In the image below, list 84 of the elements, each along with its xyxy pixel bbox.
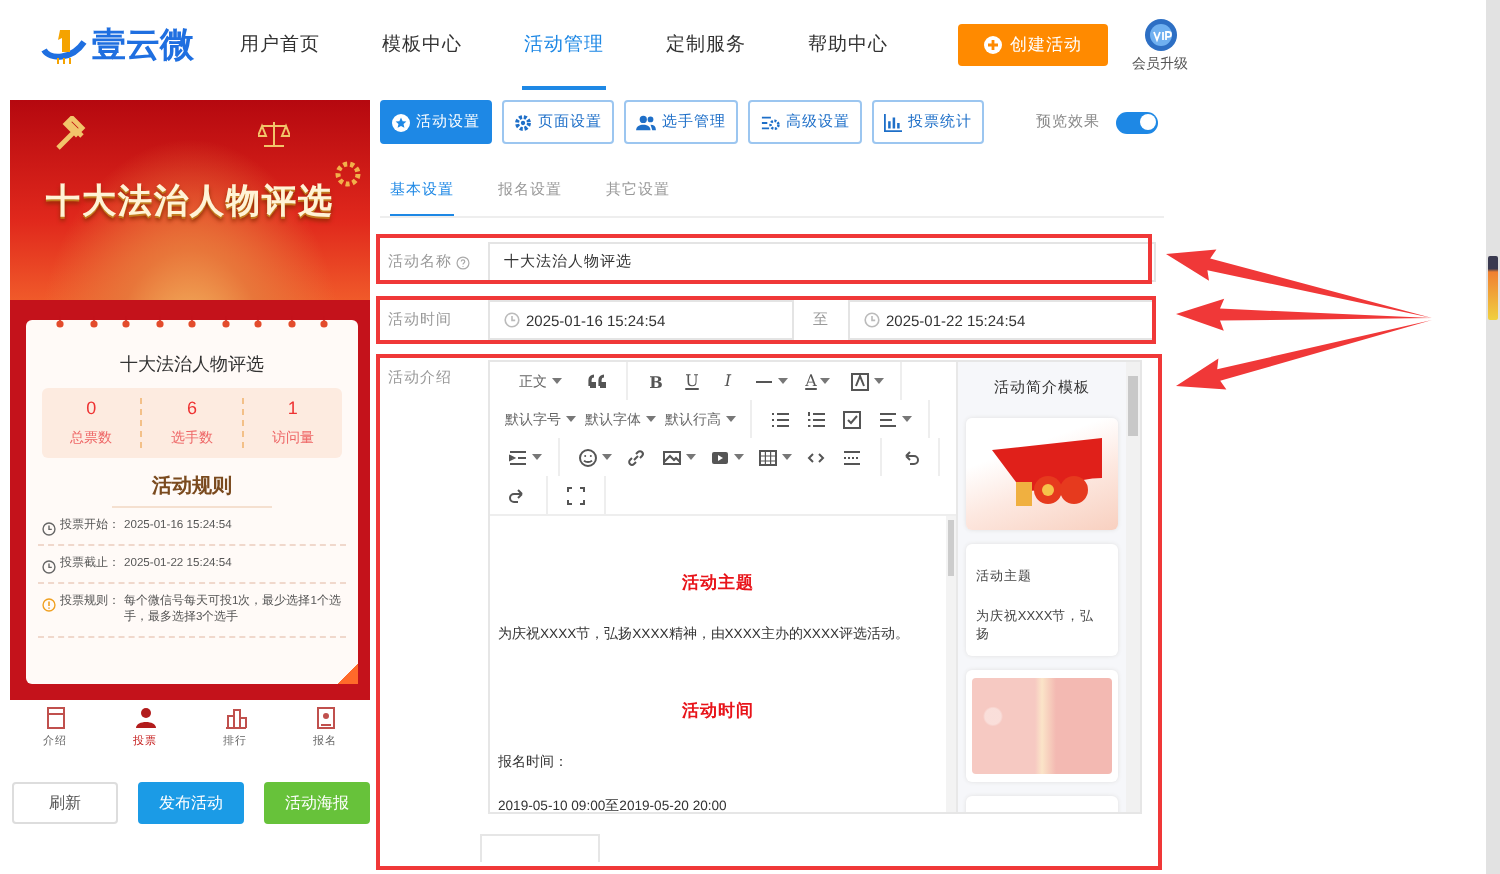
align-icon bbox=[877, 409, 897, 429]
binder-ring-icon bbox=[188, 316, 196, 328]
nav-link[interactable]: 活动管理 bbox=[522, 0, 606, 90]
caret-icon bbox=[531, 453, 541, 461]
checkbox-icon bbox=[842, 409, 862, 429]
binder-ring-icon bbox=[320, 316, 328, 328]
video-icon bbox=[709, 447, 729, 467]
star-icon bbox=[392, 113, 410, 131]
caret-icon bbox=[645, 415, 655, 423]
quote-icon bbox=[588, 371, 608, 391]
binder-ring-icon bbox=[287, 316, 295, 328]
caret-icon bbox=[781, 453, 791, 461]
template-thumbnail[interactable] bbox=[965, 418, 1118, 530]
content-heading: 活动时间 bbox=[680, 700, 756, 724]
document-icon bbox=[43, 706, 67, 730]
caret-icon bbox=[565, 415, 575, 423]
image-icon bbox=[661, 447, 681, 467]
undo-icon bbox=[900, 447, 920, 467]
help-icon bbox=[456, 255, 470, 269]
bold-button[interactable]: B bbox=[638, 362, 674, 400]
bar-chart-icon bbox=[223, 706, 247, 730]
italic-button[interactable]: I bbox=[710, 362, 746, 400]
gear-icon bbox=[334, 160, 362, 188]
fullscreen-icon bbox=[566, 485, 586, 505]
caret-icon bbox=[901, 415, 911, 423]
clock-icon bbox=[42, 560, 56, 574]
bar-chart-icon bbox=[884, 113, 902, 131]
users-icon bbox=[636, 113, 656, 131]
code-icon bbox=[806, 447, 826, 467]
logo-text: 壹云微 bbox=[92, 24, 194, 68]
binder-ring-icon bbox=[122, 316, 130, 328]
vip-badge-icon[interactable] bbox=[1143, 17, 1177, 51]
content-heading: 活动主题 bbox=[680, 572, 756, 596]
empty-field bbox=[480, 834, 600, 862]
numbered-list-icon bbox=[806, 409, 826, 429]
gear-icon bbox=[514, 113, 532, 131]
binder-ring-icon bbox=[155, 316, 163, 328]
binder-ring-icon bbox=[254, 316, 262, 328]
caret-icon bbox=[685, 453, 695, 461]
stat-value: 0 bbox=[86, 398, 97, 418]
nav-link[interactable]: 帮助中心 bbox=[806, 0, 890, 90]
indent-icon bbox=[507, 447, 527, 467]
rules-title: 活动规则 bbox=[112, 472, 272, 508]
smiley-icon bbox=[577, 447, 597, 467]
underline-button[interactable]: U bbox=[674, 362, 710, 400]
clock-icon bbox=[504, 312, 520, 328]
caret-icon bbox=[725, 415, 735, 423]
binder-ring-icon bbox=[89, 316, 97, 328]
stat-value: 1 bbox=[287, 398, 298, 418]
logo-icon bbox=[40, 25, 88, 65]
table-icon bbox=[757, 447, 777, 467]
nav-link[interactable]: 定制服务 bbox=[664, 0, 748, 90]
preview-toggle[interactable] bbox=[1116, 111, 1158, 133]
binder-ring-icon bbox=[221, 316, 229, 328]
bullet-list-icon bbox=[770, 409, 790, 429]
caret-icon bbox=[777, 377, 787, 385]
banner-title: 十大法治人物评选 bbox=[46, 179, 334, 223]
link-icon bbox=[626, 447, 646, 467]
nav-link[interactable]: 模板中心 bbox=[380, 0, 464, 90]
caret-icon bbox=[873, 377, 883, 385]
binder-ring-icon bbox=[56, 316, 64, 328]
plus-icon bbox=[984, 36, 1002, 54]
caret-icon bbox=[733, 453, 743, 461]
settings-icon bbox=[760, 113, 780, 131]
caret-icon bbox=[551, 377, 561, 385]
highlight-icon bbox=[849, 371, 869, 391]
template-thumbnail[interactable] bbox=[965, 670, 1118, 782]
id-card-icon bbox=[313, 706, 337, 730]
redo-icon bbox=[508, 485, 528, 505]
activity-title: 十大法治人物评选 bbox=[118, 352, 266, 378]
info-icon bbox=[42, 598, 56, 612]
clock-icon bbox=[42, 522, 56, 536]
stat-value: 6 bbox=[186, 398, 197, 418]
scales-icon bbox=[258, 120, 290, 148]
scrollbar-thumb[interactable] bbox=[1488, 256, 1498, 320]
scrollbar[interactable] bbox=[946, 516, 956, 812]
font-color-button[interactable]: A bbox=[794, 362, 842, 400]
action-button[interactable]: 刷新 bbox=[12, 782, 118, 824]
divider-icon bbox=[842, 447, 862, 467]
caret-icon bbox=[820, 377, 831, 385]
clock-icon bbox=[864, 312, 880, 328]
person-icon bbox=[133, 706, 157, 730]
caret-icon bbox=[601, 453, 611, 461]
nav-link[interactable]: 用户首页 bbox=[238, 0, 322, 90]
